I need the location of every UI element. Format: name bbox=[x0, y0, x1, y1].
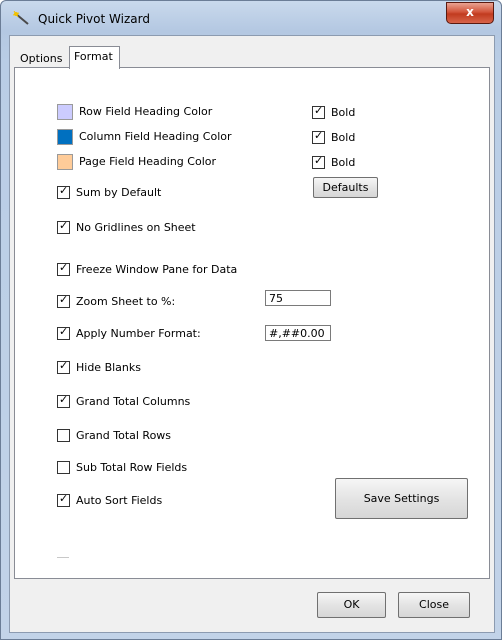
close-button[interactable]: Close bbox=[398, 592, 470, 618]
checkbox-label: Hide Blanks bbox=[76, 361, 141, 374]
checkbox-label: Sub Total Row Fields bbox=[76, 461, 188, 474]
check-mark-icon: ✓ bbox=[59, 325, 69, 338]
number-format-input[interactable]: #,##0.00 bbox=[265, 325, 331, 341]
check-mark-icon: ✓ bbox=[59, 219, 69, 232]
check-mark-icon: ✓ bbox=[59, 359, 69, 372]
check-mark-icon: ✓ bbox=[59, 393, 69, 406]
check-mark-icon: ✓ bbox=[314, 154, 324, 167]
page-field-color-swatch[interactable] bbox=[57, 154, 73, 170]
checkbox-box[interactable] bbox=[57, 429, 70, 442]
checkbox-label: Bold bbox=[331, 156, 356, 169]
ok-button[interactable]: OK bbox=[317, 592, 386, 618]
checkbox-box[interactable]: ✓ bbox=[57, 393, 70, 408]
page-field-color-label: Page Field Heading Color bbox=[79, 155, 217, 168]
defaults-button[interactable]: Defaults bbox=[313, 177, 378, 198]
check-mark-icon: ✓ bbox=[59, 293, 69, 306]
row-field-color-swatch[interactable] bbox=[57, 104, 73, 120]
divider bbox=[57, 557, 69, 558]
checkbox-box[interactable]: ✓ bbox=[57, 219, 70, 234]
tab-options[interactable]: Options bbox=[16, 50, 66, 68]
checkbox-label: Auto Sort Fields bbox=[76, 494, 163, 507]
check-mark-icon: ✓ bbox=[314, 129, 324, 142]
checkbox-label: Sum by Default bbox=[76, 186, 162, 199]
checkbox-box[interactable]: ✓ bbox=[57, 492, 70, 507]
checkbox-box[interactable]: ✓ bbox=[312, 104, 325, 119]
checkbox-box[interactable]: ✓ bbox=[312, 154, 325, 169]
column-field-color-swatch[interactable] bbox=[57, 129, 73, 145]
checkbox-box[interactable]: ✓ bbox=[57, 261, 70, 276]
checkbox-label: Freeze Window Pane for Data bbox=[76, 263, 238, 276]
column-field-color-label: Column Field Heading Color bbox=[79, 130, 232, 143]
title-bar[interactable]: Quick Pivot Wizard x bbox=[1, 1, 501, 37]
row-field-color-label: Row Field Heading Color bbox=[79, 105, 213, 118]
checkbox-label: Grand Total Rows bbox=[76, 429, 172, 442]
checkbox-label: Bold bbox=[331, 131, 356, 144]
tab-format[interactable]: Format bbox=[69, 46, 120, 69]
checkbox-box[interactable]: ✓ bbox=[57, 359, 70, 374]
wizard-wand-icon bbox=[12, 10, 31, 27]
checkbox-label: Grand Total Columns bbox=[76, 395, 191, 408]
format-tab-panel: Row Field Heading Color Column Field Hea… bbox=[14, 67, 490, 579]
checkbox-label: No Gridlines on Sheet bbox=[76, 221, 196, 234]
check-mark-icon: ✓ bbox=[314, 104, 324, 117]
save-settings-button[interactable]: Save Settings bbox=[335, 478, 468, 519]
checkbox-box[interactable]: ✓ bbox=[57, 184, 70, 199]
zoom-percent-input[interactable]: 75 bbox=[265, 290, 331, 306]
checkbox-box[interactable] bbox=[57, 461, 70, 474]
checkbox-label: Bold bbox=[331, 106, 356, 119]
checkbox-label: Apply Number Format: bbox=[76, 327, 201, 340]
close-window-button[interactable]: x bbox=[446, 2, 494, 24]
check-mark-icon: ✓ bbox=[59, 184, 69, 197]
check-mark-icon: ✓ bbox=[59, 261, 69, 274]
checkbox-box[interactable]: ✓ bbox=[312, 129, 325, 144]
checkbox-label: Zoom Sheet to %: bbox=[76, 295, 176, 308]
checkbox-box[interactable]: ✓ bbox=[57, 293, 70, 308]
window-title: Quick Pivot Wizard bbox=[38, 12, 150, 26]
dialog-window: Quick Pivot Wizard x Options Format Row … bbox=[0, 0, 502, 640]
checkbox-box[interactable]: ✓ bbox=[57, 325, 70, 340]
dialog-client-area: Options Format Row Field Heading Color C… bbox=[9, 35, 495, 633]
check-mark-icon: ✓ bbox=[59, 492, 69, 505]
